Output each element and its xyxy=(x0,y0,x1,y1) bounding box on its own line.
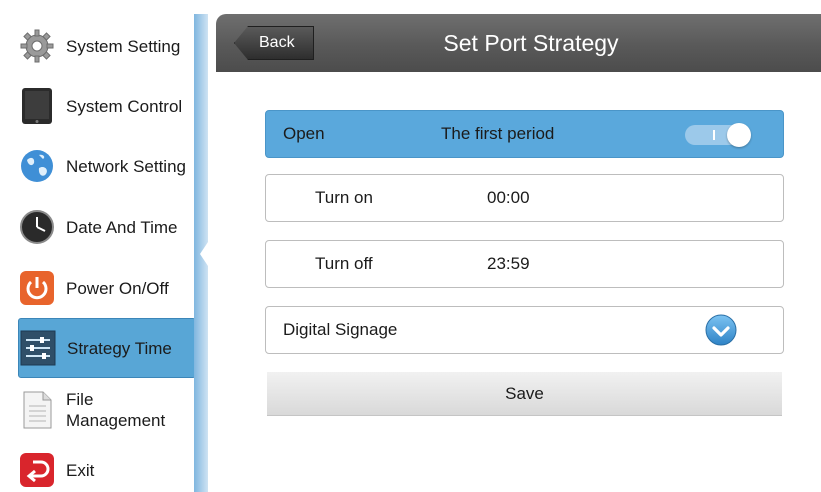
sidebar-item-file-management[interactable]: File Management xyxy=(18,380,196,440)
sidebar-item-label: System Setting xyxy=(66,36,181,56)
digital-signage-row[interactable]: Digital Signage xyxy=(265,306,784,354)
main-panel: Back Set Port Strategy Open The first pe… xyxy=(216,14,821,492)
sliders-icon xyxy=(19,329,57,367)
sidebar-item-label: Exit xyxy=(66,460,95,480)
save-button-label: Save xyxy=(505,384,544,403)
sidebar-item-exit[interactable]: Exit xyxy=(18,440,196,492)
sidebar-item-label-line1: File xyxy=(66,390,94,409)
exit-icon xyxy=(18,451,56,489)
sidebar-item-system-control[interactable]: System Control xyxy=(18,76,196,136)
turn-off-label: Turn off xyxy=(315,254,373,273)
clock-icon xyxy=(18,208,56,246)
sidebar-item-system-setting[interactable]: System Setting xyxy=(18,16,196,76)
page-title: Set Port Strategy xyxy=(443,30,619,56)
sidebar-item-network-setting[interactable]: Network Setting xyxy=(18,136,196,196)
turn-on-label: Turn on xyxy=(315,188,373,207)
open-period-row[interactable]: Open The first period xyxy=(265,110,784,158)
sidebar-item-label: Power On/Off xyxy=(66,278,169,298)
turn-on-row[interactable]: Turn on 00:00 xyxy=(265,174,784,222)
sidebar-item-label: File Management xyxy=(66,389,165,431)
sidebar-item-label: Network Setting xyxy=(66,156,186,176)
sidebar-item-label: System Control xyxy=(66,96,183,116)
power-icon xyxy=(18,269,56,307)
sidebar-item-date-and-time[interactable]: Date And Time xyxy=(18,197,196,257)
period-label: The first period xyxy=(441,124,555,143)
checkmark-circle-icon[interactable] xyxy=(705,314,737,346)
turn-on-value[interactable]: 00:00 xyxy=(487,175,530,221)
turn-off-row[interactable]: Turn off 23:59 xyxy=(265,240,784,288)
digital-signage-label: Digital Signage xyxy=(283,320,398,339)
tablet-icon xyxy=(18,87,56,125)
turn-off-value[interactable]: 23:59 xyxy=(487,241,530,287)
toggle-knob xyxy=(727,123,751,147)
open-toggle[interactable] xyxy=(685,123,751,147)
back-button[interactable]: Back xyxy=(234,26,314,60)
sidebar-item-label-line2: Management xyxy=(66,411,166,430)
sidebar-item-power-on-off[interactable]: Power On/Off xyxy=(18,258,196,318)
globe-icon xyxy=(18,147,56,185)
sidebar-item-strategy-time[interactable]: Strategy Time xyxy=(18,318,196,378)
toggle-on-mark xyxy=(713,130,715,140)
document-icon xyxy=(18,391,56,429)
back-button-label: Back xyxy=(259,34,295,51)
title-bar: Back Set Port Strategy xyxy=(216,14,821,72)
sidebar-item-label: Date And Time xyxy=(66,217,178,237)
open-label: Open xyxy=(283,124,325,143)
gear-icon xyxy=(18,27,56,65)
save-button[interactable]: Save xyxy=(267,372,782,416)
sidebar: System Setting System Control Network Se… xyxy=(8,14,198,490)
sidebar-item-label: Strategy Time xyxy=(67,338,172,358)
